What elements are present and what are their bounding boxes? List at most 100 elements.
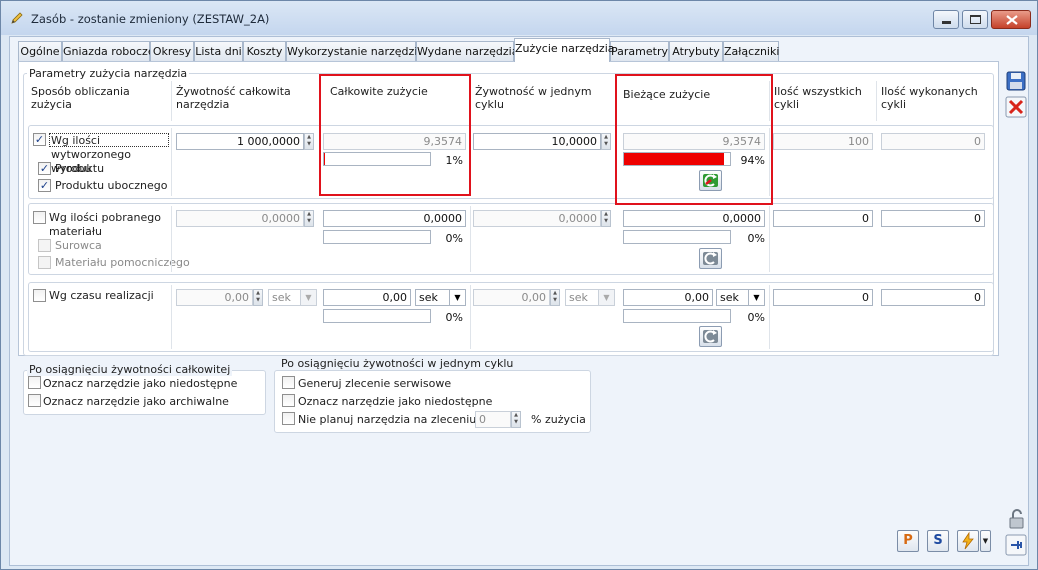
pencil-icon: [11, 12, 23, 24]
raw-material-checkbox[interactable]: [38, 239, 51, 252]
lock-button[interactable]: [1005, 508, 1027, 530]
produced-checkbox[interactable]: ✓: [33, 133, 46, 146]
tab-ogolne[interactable]: Ogólne: [18, 41, 62, 61]
current-wear-percent-3: 0%: [747, 311, 765, 324]
tab-okresy[interactable]: Okresy: [150, 41, 194, 61]
material-label: Wg ilości pobranego materiału: [49, 211, 161, 238]
tab-parametry[interactable]: Parametry: [610, 41, 669, 61]
pin-icon: [1005, 534, 1027, 556]
cycles-count-1: 100: [773, 133, 873, 150]
total-wear-time-value: 0,00: [323, 289, 411, 306]
total-life-input-1[interactable]: 1 000,0000: [176, 133, 304, 150]
window-title: Zasób - zostanie zmieniony (ZESTAW_2A): [31, 12, 270, 26]
row-divider: [171, 128, 172, 196]
row-divider: [769, 206, 770, 272]
tab-zuzycie-narzedzia[interactable]: Zużycie narzędzia: [514, 38, 615, 62]
lightning-icon: [962, 531, 974, 550]
minimize-icon: [942, 21, 951, 24]
header-cycles-done: Ilość wykonanych cykli: [881, 85, 978, 111]
aux-material-label: Materiału pomocniczego: [55, 256, 190, 269]
cycle-life-time-spinner[interactable]: ▲ ▼: [550, 289, 560, 306]
service-order-label: Generuj zlecenie serwisowe: [298, 377, 452, 390]
no-plan-percent-input[interactable]: 0: [475, 411, 511, 428]
time-checkbox[interactable]: [33, 289, 46, 302]
reset-icon: [703, 330, 718, 343]
byproduct-checkbox[interactable]: ✓: [38, 179, 51, 192]
chevron-down-icon: ▼: [748, 290, 764, 305]
total-life-spinner-2[interactable]: ▲ ▼: [304, 210, 314, 227]
current-wear-value-2: 0,0000: [623, 210, 765, 227]
current-wear-unit-select[interactable]: sek ▼: [716, 289, 765, 306]
chevron-down-icon: ▼: [449, 290, 465, 305]
lock-icon: [1009, 509, 1024, 529]
total-life-time-spinner[interactable]: ▲ ▼: [253, 289, 263, 306]
tab-zalaczniki[interactable]: Załączniki: [723, 41, 779, 61]
window: Zasób - zostanie zmieniony (ZESTAW_2A) O…: [0, 0, 1038, 570]
reset-wear-button-3[interactable]: [699, 326, 722, 347]
reset-wear-button-2[interactable]: [699, 248, 722, 269]
after-cycle-title: Po osiągnięciu żywotności w jednym cyklu: [279, 357, 516, 370]
no-plan-percent-spinner[interactable]: ▲ ▼: [511, 411, 521, 428]
save-icon: [1006, 71, 1026, 91]
total-wear-percent-3: 0%: [445, 311, 463, 324]
total-life-input-2[interactable]: 0,0000: [176, 210, 304, 227]
lightning-dropdown[interactable]: ▼: [980, 530, 991, 552]
total-life-time-input[interactable]: 0,00: [176, 289, 253, 306]
s-button[interactable]: S: [927, 530, 949, 552]
tab-koszty[interactable]: Koszty: [243, 41, 286, 61]
service-order-checkbox[interactable]: [282, 376, 295, 389]
params-group-title: Parametry zużycia narzędzia: [27, 67, 190, 80]
cycle-life-input-2[interactable]: 0,0000: [473, 210, 601, 227]
total-life-unit-select[interactable]: sek ▼: [268, 289, 317, 306]
cancel-button[interactable]: [1005, 96, 1027, 118]
cycles-count-2: 0: [773, 210, 873, 227]
p-button[interactable]: P: [897, 530, 919, 552]
no-plan-suffix: % zużycia: [531, 413, 586, 426]
after-total-title: Po osiągnięciu żywotności całkowitej: [27, 363, 233, 376]
total-wear-percent-2: 0%: [445, 232, 463, 245]
tab-atrybuty[interactable]: Atrybuty: [669, 41, 723, 61]
total-life-spinner-1[interactable]: ▲ ▼: [304, 133, 314, 150]
row-divider: [171, 285, 172, 349]
tab-wykorzystanie-narzedzia[interactable]: Wykorzystanie narzędzia: [286, 41, 424, 61]
cycle-life-spinner-1[interactable]: ▲ ▼: [601, 133, 611, 150]
produced-label: Wg ilości wytworzonego wyrobu: [49, 133, 169, 175]
total-wear-highlight: [319, 74, 471, 196]
product-checkbox[interactable]: ✓: [38, 162, 51, 175]
current-wear-progress-2: [623, 230, 731, 244]
current-wear-unit-value: sek: [720, 291, 739, 304]
tab-gniazda-robocze[interactable]: Gniazda robocze: [62, 41, 155, 61]
save-button[interactable]: [1005, 70, 1027, 92]
current-wear-highlight: [615, 74, 773, 205]
minimize-button[interactable]: [933, 10, 959, 29]
row-divider: [171, 206, 172, 272]
cycle-unavailable-label: Oznacz narzędzie jako niedostępne: [298, 395, 493, 408]
current-wear-progress-3: [623, 309, 731, 323]
total-wear-unit-select[interactable]: sek ▼: [415, 289, 466, 306]
cycle-life-unit-select[interactable]: sek ▼: [565, 289, 615, 306]
maximize-icon: [970, 15, 981, 24]
tab-wydane-narzedzia[interactable]: Wydane narzędzia: [416, 41, 518, 61]
row-divider: [470, 206, 471, 272]
cycle-life-input-1[interactable]: 10,0000: [473, 133, 601, 150]
material-checkbox[interactable]: [33, 211, 46, 224]
cycle-unavailable-checkbox[interactable]: [282, 394, 295, 407]
aux-material-checkbox[interactable]: [38, 256, 51, 269]
header-method: Sposób obliczania zużycia: [31, 85, 130, 111]
current-wear-percent-2: 0%: [747, 232, 765, 245]
maximize-button[interactable]: [962, 10, 988, 29]
cycle-life-spinner-2[interactable]: ▲ ▼: [601, 210, 611, 227]
chevron-down-icon: ▼: [300, 290, 316, 305]
pin-button[interactable]: [1005, 534, 1027, 556]
tab-lista-dni[interactable]: Lista dni: [194, 41, 243, 61]
total-archive-checkbox[interactable]: [28, 394, 41, 407]
lightning-button[interactable]: [957, 530, 979, 552]
total-unavailable-checkbox[interactable]: [28, 376, 41, 389]
close-button[interactable]: [991, 10, 1031, 29]
chevron-down-icon: ▼: [982, 537, 989, 545]
cycle-life-time-input[interactable]: 0,00: [473, 289, 550, 306]
no-plan-checkbox[interactable]: [282, 412, 295, 425]
header-cycles-count: Ilość wszystkich cykli: [774, 85, 862, 111]
title-bar: Zasób - zostanie zmieniony (ZESTAW_2A): [1, 1, 1037, 35]
byproduct-label: Produktu ubocznego: [55, 179, 168, 192]
